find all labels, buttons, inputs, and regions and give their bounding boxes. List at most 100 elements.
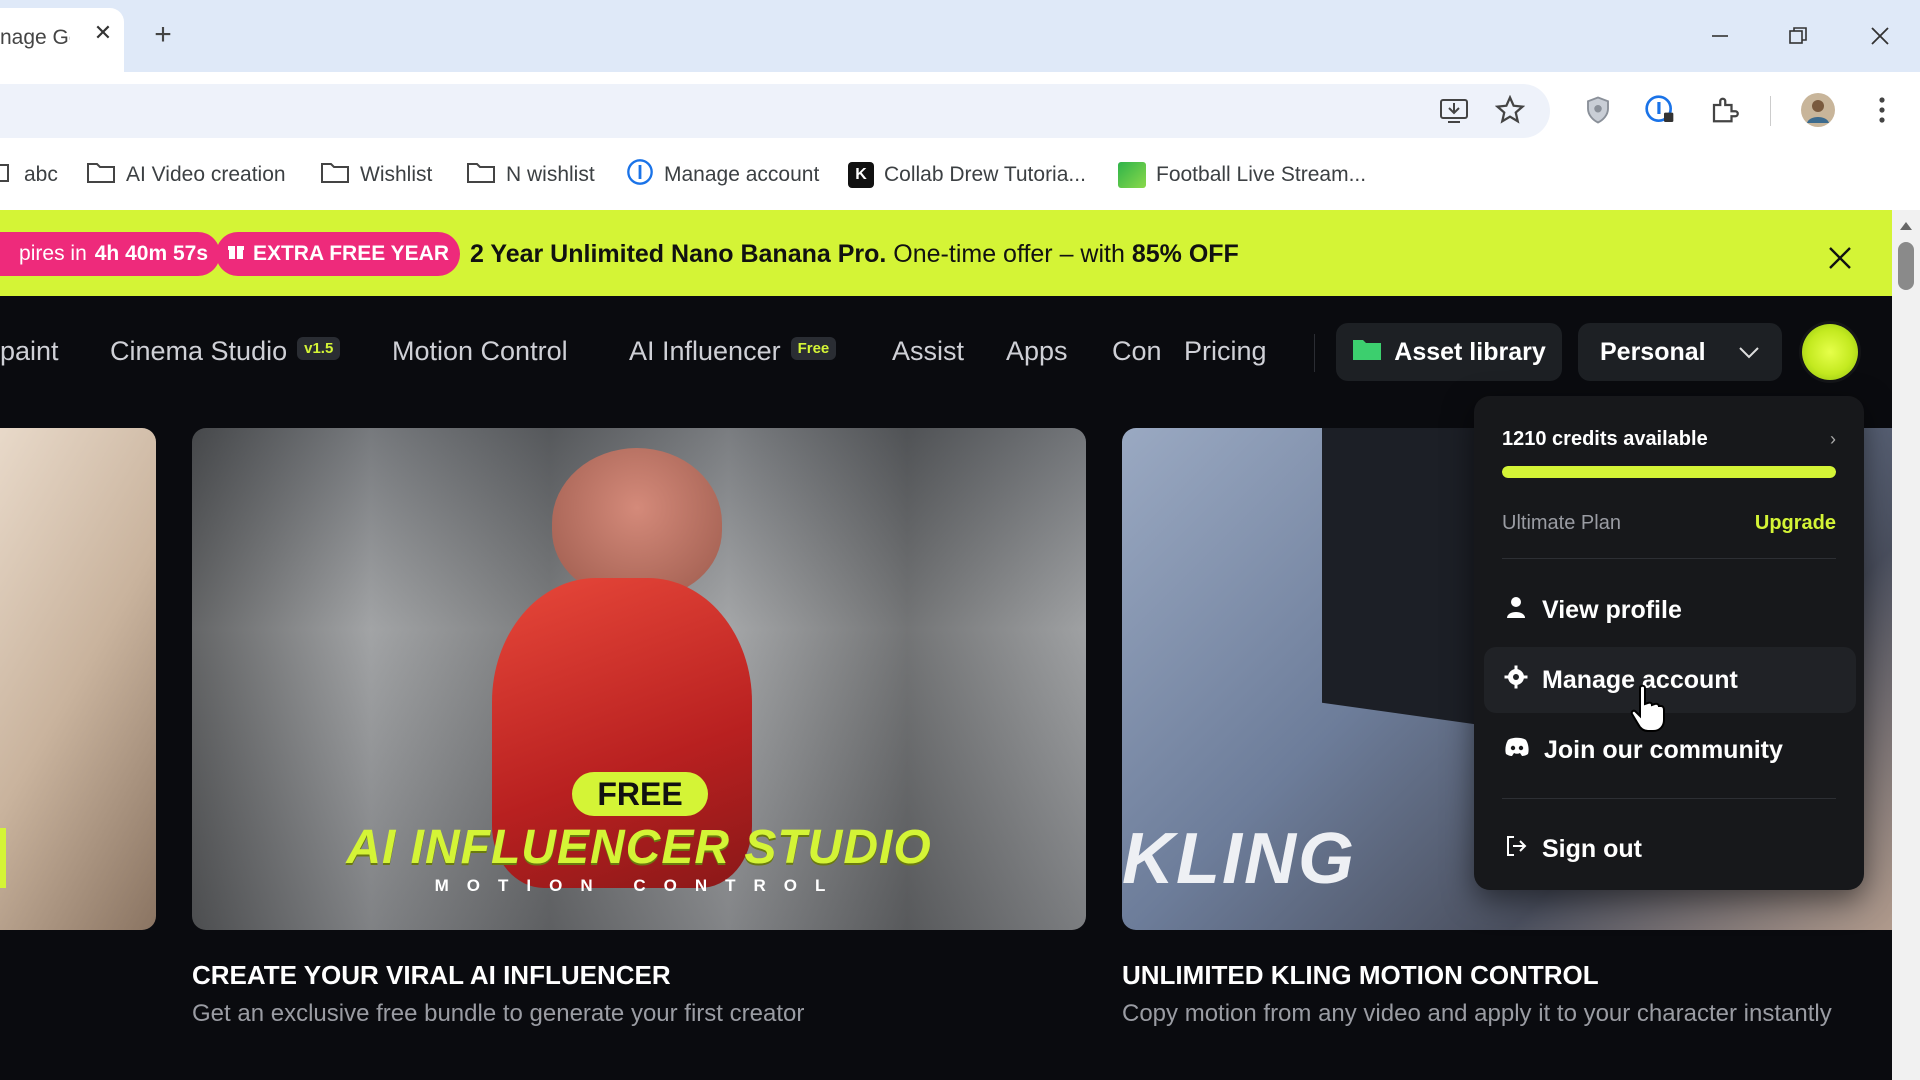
- nav-label: Pricing: [1184, 336, 1267, 366]
- nav-label: Motion Control: [392, 336, 568, 366]
- browser-menu-icon[interactable]: [1862, 90, 1902, 130]
- scrollbar-thumb[interactable]: [1898, 242, 1914, 290]
- folder-icon: [320, 160, 350, 190]
- credits-label: 1210 credits available: [1502, 427, 1708, 450]
- plan-label: Ultimate Plan: [1502, 511, 1621, 534]
- user-avatar[interactable]: [1802, 324, 1858, 380]
- workspace-select[interactable]: Personal: [1578, 323, 1782, 381]
- card-title: UNLIMITED KLING MOTION CONTROL: [1122, 960, 1599, 990]
- nav-community[interactable]: Con: [1112, 336, 1164, 367]
- stream-logo-icon: [1118, 162, 1146, 188]
- countdown-value: 4h 40m 57s: [94, 242, 208, 265]
- info-circle-icon: [626, 158, 654, 192]
- password-manager-icon[interactable]: [1640, 90, 1680, 130]
- extensions-icon[interactable]: [1704, 90, 1744, 130]
- scroll-up-icon[interactable]: [1900, 222, 1912, 230]
- promo-headline: 2 Year Unlimited Nano Banana Pro.: [470, 240, 887, 268]
- bookmark-star-icon[interactable]: [1490, 90, 1530, 130]
- nav-inpaint[interactable]: paint: [0, 336, 59, 367]
- discord-icon: [1504, 736, 1530, 765]
- bookmark-manage-account[interactable]: Manage account: [626, 158, 820, 192]
- tab-close-icon[interactable]: ✕: [88, 20, 118, 46]
- nav-ai-influencer[interactable]: AI Influencer Free: [629, 336, 837, 367]
- minimize-icon[interactable]: [1690, 14, 1750, 58]
- countdown-prefix: pires in: [19, 242, 87, 265]
- menu-join-community[interactable]: Join our community: [1484, 717, 1856, 783]
- credits-row[interactable]: 1210 credits available ›: [1502, 424, 1836, 454]
- menu-view-profile[interactable]: View profile: [1484, 577, 1856, 643]
- folder-icon: [0, 161, 14, 189]
- version-badge: v1.5: [297, 337, 341, 361]
- folder-icon: [1352, 337, 1382, 368]
- extra-free-year-pill[interactable]: EXTRA FREE YEAR: [216, 232, 460, 276]
- k-logo-icon: K: [848, 162, 874, 188]
- promo-offer-prefix: One-time offer – with: [893, 240, 1125, 268]
- tab-title: nage Ge: [0, 26, 70, 49]
- bookmark-n-wishlist[interactable]: N wishlist: [466, 160, 595, 190]
- overlay-free-badge: FREE: [572, 772, 708, 816]
- card-partial-left[interactable]: [0, 428, 156, 930]
- nav-motion-control[interactable]: Motion Control: [392, 336, 568, 367]
- nav-label: Assist: [892, 336, 965, 366]
- plan-row: Ultimate Plan Upgrade: [1502, 508, 1836, 538]
- free-badge: Free: [790, 337, 837, 361]
- overlay-subtitle: MOTION CONTROL: [434, 876, 844, 895]
- toolbar-divider: [1770, 96, 1771, 126]
- promo-close-icon[interactable]: [1822, 240, 1858, 276]
- gear-icon: [1504, 665, 1528, 696]
- chevron-down-icon: [1738, 338, 1760, 367]
- install-app-icon[interactable]: [1434, 90, 1474, 130]
- menu-item-label: Sign out: [1542, 834, 1642, 863]
- address-bar[interactable]: [0, 84, 1550, 138]
- bookmark-label: Manage account: [664, 163, 820, 186]
- restore-icon[interactable]: [1768, 14, 1828, 58]
- menu-manage-account[interactable]: Manage account: [1484, 647, 1856, 713]
- promo-text: 2 Year Unlimited Nano Banana Pro. One-ti…: [470, 240, 1239, 269]
- asset-library-button[interactable]: Asset library: [1336, 323, 1562, 381]
- card-description: Get an exclusive free bundle to generate…: [192, 1000, 805, 1027]
- nav-assist[interactable]: Assist: [892, 336, 964, 367]
- countdown-pill: pires in 4h 40m 57s: [0, 232, 220, 276]
- profile-avatar[interactable]: [1798, 90, 1838, 130]
- asset-library-label: Asset library: [1394, 337, 1546, 366]
- menu-item-label: View profile: [1542, 595, 1682, 624]
- nav-label: Con: [1112, 336, 1162, 366]
- workspace-label: Personal: [1600, 337, 1706, 366]
- bookmark-label: Football Live Stream...: [1156, 163, 1367, 186]
- card-title: CREATE YOUR VIRAL AI INFLUENCER: [192, 960, 671, 990]
- upgrade-link[interactable]: Upgrade: [1755, 512, 1836, 535]
- nav-apps[interactable]: Apps: [1006, 336, 1068, 367]
- bookmark-wishlist[interactable]: Wishlist: [320, 160, 432, 190]
- page-scrollbar[interactable]: [1892, 210, 1920, 1080]
- menu-divider: [1502, 558, 1836, 559]
- nav-pricing[interactable]: Pricing: [1184, 336, 1267, 367]
- bookmark-label: abc: [24, 163, 58, 186]
- bookmark-label: Collab Drew Tutoria...: [884, 163, 1086, 186]
- nav-label: paint: [0, 336, 59, 366]
- menu-sign-out[interactable]: Sign out: [1484, 816, 1856, 882]
- gift-icon: [227, 242, 245, 266]
- card-ai-influencer[interactable]: FREE AI INFLUENCER STUDIO MOTION CONTROL: [192, 428, 1086, 930]
- overlay-title: AI INFLUENCER STUDIO: [346, 821, 932, 874]
- bookmark-label: N wishlist: [506, 163, 595, 186]
- folder-icon: [86, 160, 116, 190]
- nav-cinema-studio[interactable]: Cinema Studio v1.5: [110, 336, 341, 367]
- bookmark-collab-drew[interactable]: K Collab Drew Tutoria...: [848, 160, 1086, 190]
- menu-item-label: Join our community: [1544, 735, 1783, 764]
- credits-progress-fill: [1502, 466, 1836, 478]
- window-close-icon[interactable]: [1850, 14, 1910, 58]
- shield-extension-icon[interactable]: [1578, 90, 1618, 130]
- nav-label: AI Influencer: [629, 336, 781, 366]
- bookmark-label: Wishlist: [360, 163, 433, 186]
- bookmark-ai-video-creation[interactable]: AI Video creation: [86, 160, 286, 190]
- card-accent: [0, 828, 6, 888]
- bookmark-football-live[interactable]: Football Live Stream...: [1118, 160, 1366, 190]
- folder-icon: [466, 160, 496, 190]
- extra-free-year-label: EXTRA FREE YEAR: [252, 242, 450, 265]
- bookmark-abc[interactable]: abc: [0, 160, 58, 190]
- overlay-title: KLING: [1122, 819, 1356, 899]
- nav-label: Cinema Studio: [110, 336, 288, 366]
- new-tab-icon[interactable]: +: [146, 18, 180, 52]
- card-description: Copy motion from any video and apply it …: [1122, 1000, 1832, 1027]
- sign-out-icon: [1504, 834, 1528, 865]
